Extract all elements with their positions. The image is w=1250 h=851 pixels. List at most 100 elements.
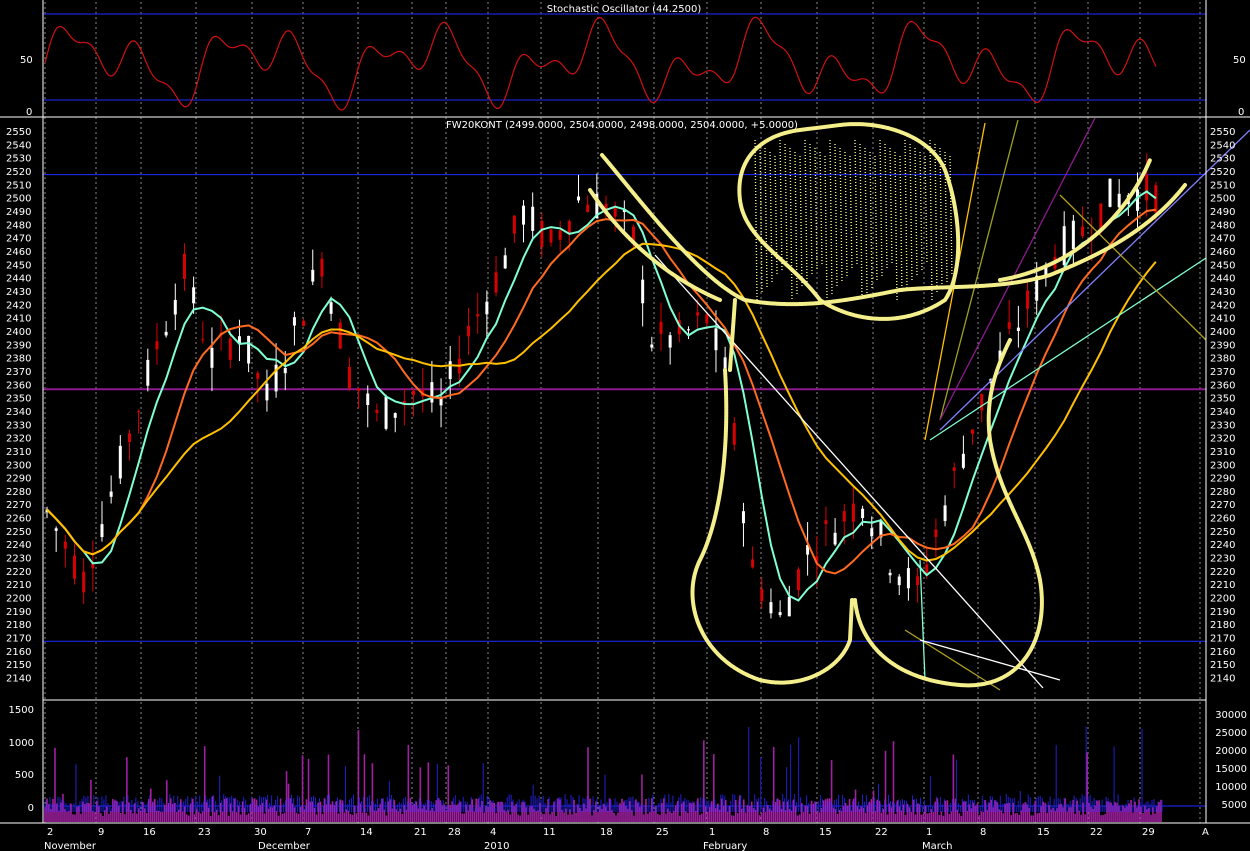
price-tick-left: 2170: [6, 634, 31, 645]
candle-body: [485, 301, 489, 315]
price-tick-left: 2220: [6, 567, 31, 578]
price-tick-left: 2470: [6, 234, 31, 245]
price-tick-right: 2440: [1210, 274, 1235, 285]
x-day-label: 22: [1090, 827, 1103, 838]
x-day-label: 9: [98, 827, 104, 838]
candle-body: [210, 347, 214, 368]
candle-body: [109, 491, 113, 497]
x-day-label: 8: [980, 827, 986, 838]
x-month-label: February: [703, 841, 747, 851]
price-tick-right: 2510: [1210, 180, 1235, 191]
stoch-left-tick-50: 50: [20, 55, 33, 66]
price-tick-left: 2420: [6, 300, 31, 311]
candle-body: [668, 335, 672, 348]
price-tick-left: 2350: [6, 394, 31, 405]
candle-body: [705, 314, 709, 324]
price-tick-right: 2500: [1210, 194, 1235, 205]
candle-body: [971, 429, 975, 434]
volume-tick-right: 15000: [1215, 764, 1247, 775]
price-tick-right: 2460: [1210, 247, 1235, 258]
price-tick-left: 2460: [6, 247, 31, 258]
x-day-label: 16: [143, 827, 156, 838]
x-day-label: 11: [543, 827, 556, 838]
x-day-label: 29: [1142, 827, 1155, 838]
candle-body: [100, 524, 104, 538]
price-tick-left: 2190: [6, 607, 31, 618]
volume-tick-left: 1000: [9, 738, 34, 749]
candle-body: [961, 453, 965, 468]
price-tick-right: 2420: [1210, 300, 1235, 311]
candle-body: [842, 511, 846, 522]
candle-body: [137, 411, 141, 413]
x-day-label: 25: [656, 827, 669, 838]
price-tick-left: 2550: [6, 127, 31, 138]
x-day-label: 15: [819, 827, 832, 838]
price-tick-left: 2540: [6, 140, 31, 151]
x-day-label: 21: [414, 827, 427, 838]
candle-body: [338, 322, 342, 349]
candle-body: [577, 196, 581, 201]
candle-body: [247, 335, 251, 364]
price-title: FW20KONT (2499.0000, 2504.0000, 2498.000…: [446, 120, 798, 131]
price-tick-right: 2450: [1210, 260, 1235, 271]
candle-body: [256, 372, 260, 379]
price-tick-right: 2180: [1210, 620, 1235, 631]
price-tick-right: 2230: [1210, 554, 1235, 565]
candle-body: [522, 205, 526, 225]
stochastic-title: Stochastic Oscillator (44.2500): [547, 4, 702, 15]
candle-body: [192, 287, 196, 304]
price-tick-right: 2210: [1210, 580, 1235, 591]
candle-body: [1007, 322, 1011, 329]
price-tick-right: 2470: [1210, 234, 1235, 245]
candle-body: [925, 564, 929, 573]
candle-body: [714, 328, 718, 351]
x-day-label: 15: [1037, 827, 1050, 838]
price-tick-right: 2340: [1210, 407, 1235, 418]
candle-body: [1145, 174, 1149, 201]
stock-chart: 2550 25502540 25402530 25302520 25202510 2510…: [0, 0, 1250, 851]
candle-body: [558, 230, 562, 240]
x-month-label: 2010: [484, 841, 509, 851]
price-tick-left: 2210: [6, 580, 31, 591]
candle-body: [146, 359, 150, 386]
price-tick-left: 2500: [6, 194, 31, 205]
candle-body: [1026, 290, 1030, 309]
price-tick-left: 2310: [6, 447, 31, 458]
candle-body: [613, 207, 617, 217]
candle-body: [760, 588, 764, 602]
volume-tick-left: 0: [28, 803, 34, 814]
candle-body: [228, 338, 232, 360]
candle-body: [1071, 220, 1075, 250]
candle-body: [1117, 193, 1121, 208]
candle-body: [320, 258, 324, 277]
price-tick-left: 2290: [6, 474, 31, 485]
price-tick-right: 2350: [1210, 394, 1235, 405]
candle-body: [796, 569, 800, 591]
candle-body: [696, 312, 700, 316]
x-day-label: 30: [254, 827, 267, 838]
price-tick-left: 2530: [6, 154, 31, 165]
candle-body: [329, 302, 333, 314]
candle-body: [851, 503, 855, 522]
stoch-right-tick-0: 0: [1238, 107, 1244, 118]
candle-body: [787, 596, 791, 617]
price-tick-right: 2170: [1210, 634, 1235, 645]
x-month-label: November: [44, 841, 97, 851]
candle-body: [1154, 185, 1158, 213]
x-day-label: 23: [198, 827, 211, 838]
price-tick-right: 2380: [1210, 354, 1235, 365]
price-tick-right: 2520: [1210, 167, 1235, 178]
price-tick-right: 2330: [1210, 420, 1235, 431]
price-tick-right: 2310: [1210, 447, 1235, 458]
price-tick-right: 2260: [1210, 514, 1235, 525]
price-tick-left: 2240: [6, 540, 31, 551]
price-tick-right: 2480: [1210, 220, 1235, 231]
candle-body: [870, 528, 874, 537]
price-tick-right: 2140: [1210, 674, 1235, 685]
price-tick-left: 2430: [6, 287, 31, 298]
price-tick-left: 2400: [6, 327, 31, 338]
price-tick-left: 2160: [6, 647, 31, 658]
stoch-right-tick-50: 50: [1233, 55, 1246, 66]
price-tick-left: 2330: [6, 420, 31, 431]
candle-body: [155, 341, 159, 350]
